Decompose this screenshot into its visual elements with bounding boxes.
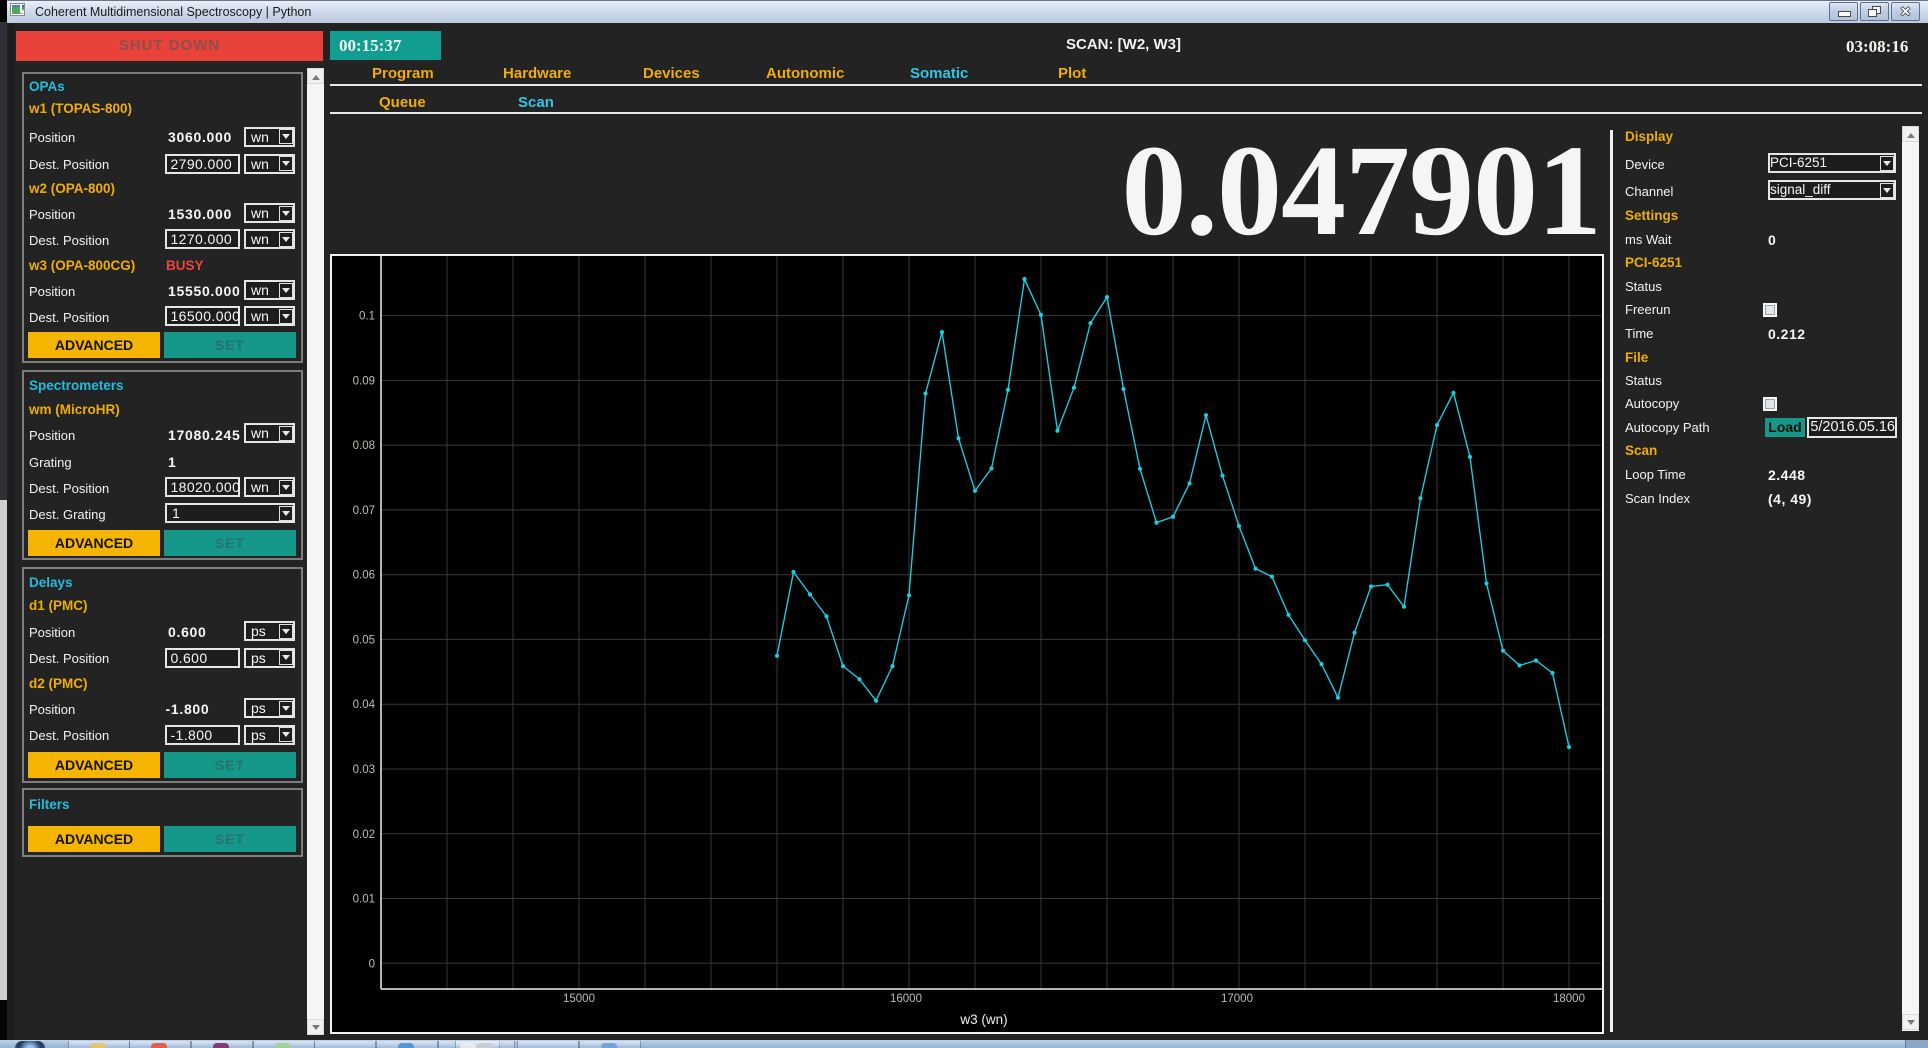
svg-text:0.07: 0.07 (353, 505, 375, 517)
svg-text:0.02: 0.02 (353, 829, 375, 841)
svg-text:0.03: 0.03 (353, 764, 375, 776)
svg-text:0.05: 0.05 (353, 634, 375, 646)
svg-text:18000: 18000 (1553, 993, 1585, 1005)
svg-text:0.06: 0.06 (353, 570, 375, 582)
svg-text:0.1: 0.1 (359, 311, 375, 323)
svg-text:15000: 15000 (563, 993, 595, 1005)
svg-text:17000: 17000 (1221, 993, 1253, 1005)
svg-text:w3 (wn): w3 (wn) (959, 1012, 1007, 1027)
svg-text:0.08: 0.08 (353, 440, 375, 452)
svg-text:16000: 16000 (890, 993, 922, 1005)
svg-text:0.01: 0.01 (353, 894, 375, 906)
svg-text:0.09: 0.09 (353, 375, 375, 387)
svg-text:0: 0 (369, 958, 375, 970)
svg-text:0.04: 0.04 (353, 699, 376, 711)
